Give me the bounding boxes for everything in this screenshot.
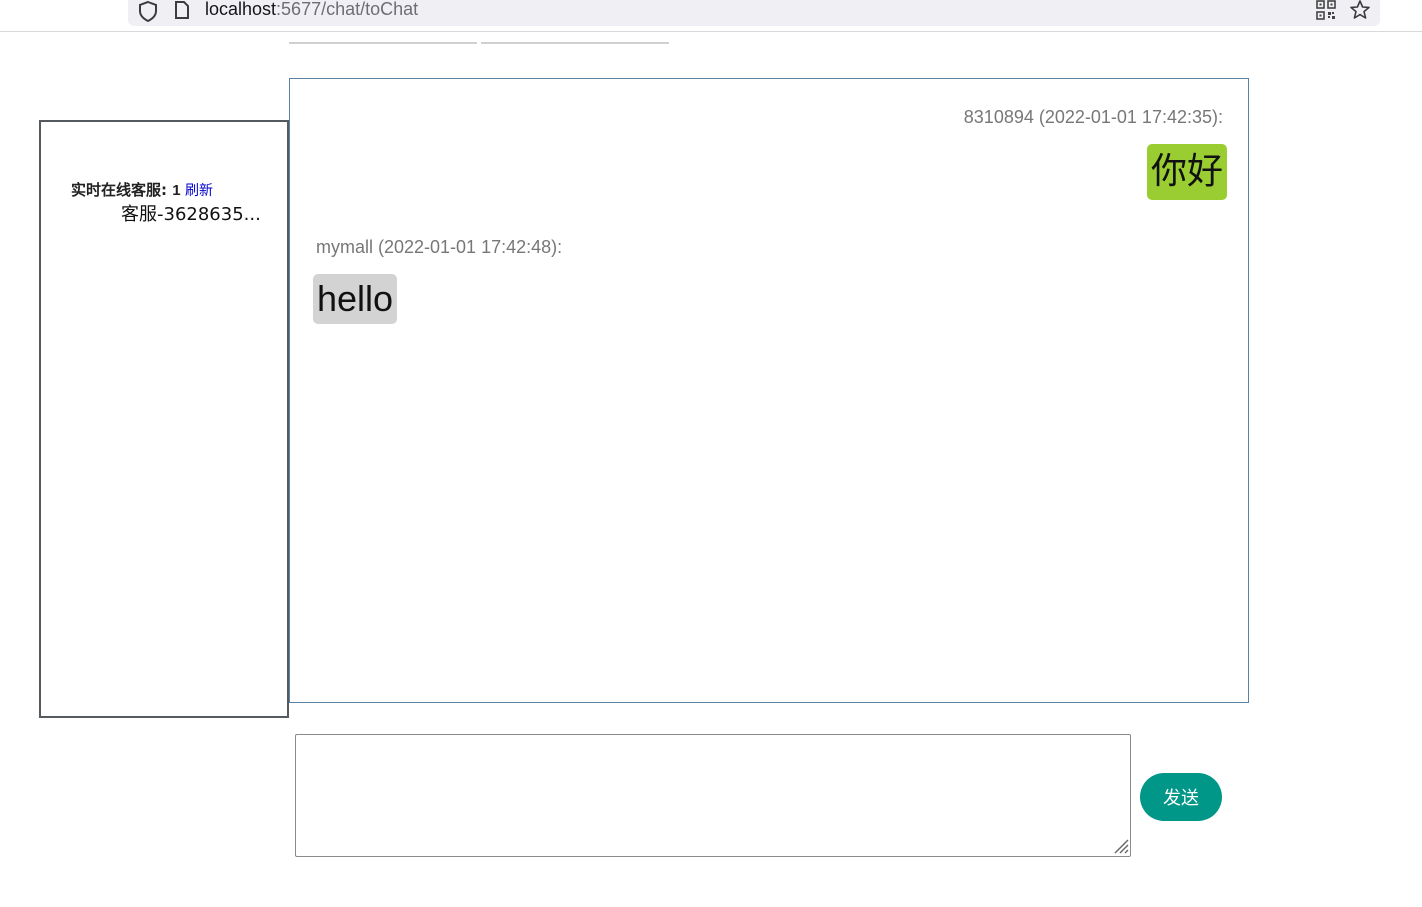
- online-count: 1: [172, 182, 181, 199]
- message-input[interactable]: [295, 734, 1131, 857]
- url-host: localhost: [205, 0, 277, 19]
- online-agents-panel: 实时在线客服: 1 刷新 客服-3628635...: [39, 120, 289, 718]
- online-header: 实时在线客服: 1 刷新: [71, 180, 213, 201]
- chat-message-area[interactable]: 8310894 (2022-01-01 17:42:35): 你好 mymall…: [289, 78, 1249, 703]
- tab-underline: [481, 42, 669, 44]
- url-text[interactable]: localhost:5677/chat/toChat: [205, 0, 418, 20]
- online-title: 实时在线客服:: [71, 181, 173, 199]
- agent-list-item[interactable]: 客服-3628635...: [121, 204, 261, 226]
- incoming-message-bubble: hello: [313, 274, 398, 324]
- refresh-link[interactable]: 刷新: [185, 183, 213, 199]
- outgoing-message-bubble: 你好: [1146, 144, 1227, 200]
- resize-grip-icon[interactable]: [1113, 838, 1129, 854]
- tab-underline: [289, 42, 477, 44]
- browser-toolbar: localhost:5677/chat/toChat: [0, 0, 1422, 32]
- address-bar[interactable]: localhost:5677/chat/toChat: [128, 0, 1380, 26]
- send-button[interactable]: 发送: [1140, 773, 1222, 821]
- qr-code-icon[interactable]: [1316, 0, 1336, 20]
- message-meta: mymall (2022-01-01 17:42:48):: [316, 237, 563, 257]
- url-path: :5677/chat/toChat: [276, 0, 419, 19]
- shield-icon[interactable]: [138, 0, 158, 22]
- page-info-icon[interactable]: [174, 0, 190, 20]
- bookmark-star-icon[interactable]: [1348, 0, 1372, 22]
- message-meta: 8310894 (2022-01-01 17:42:35):: [963, 107, 1223, 127]
